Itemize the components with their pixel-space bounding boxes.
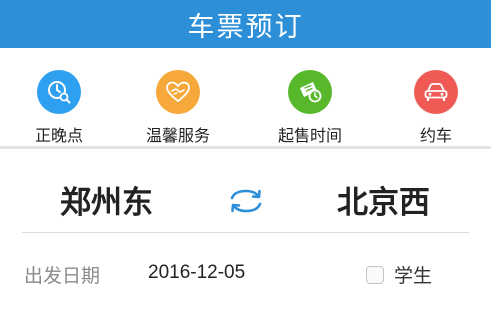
student-checkbox[interactable] — [366, 265, 384, 284]
page-title: 车票预订 — [187, 11, 304, 43]
shortcut-car-booking[interactable]: 约车 — [381, 70, 491, 146]
station-selector: 郑州东 北京西 — [0, 149, 491, 233]
ticket-clock-icon — [288, 70, 332, 114]
student-option[interactable]: 学生 — [366, 261, 432, 288]
shortcut-label: 约车 — [419, 126, 452, 145]
swap-stations-button[interactable] — [226, 187, 266, 215]
shortcut-warm-service[interactable]: 温馨服务 — [123, 70, 233, 146]
handshake-heart-icon — [156, 70, 200, 114]
student-label: 学生 — [394, 265, 433, 287]
shortcut-label: 起售时间 — [277, 126, 342, 145]
departure-date-value[interactable]: 2016-12-05 — [148, 262, 245, 284]
shortcut-label: 正晚点 — [34, 126, 83, 145]
swap-arrows-icon — [230, 189, 262, 213]
departure-station[interactable]: 郑州东 — [60, 177, 153, 222]
departure-date-label: 出发日期 — [24, 265, 101, 287]
clock-search-icon — [37, 70, 81, 114]
departure-date-row: 出发日期 2016-12-05 学生 — [0, 233, 491, 317]
car-icon — [414, 70, 458, 114]
shortcut-label: 温馨服务 — [145, 126, 210, 145]
arrival-station[interactable]: 北京西 — [337, 177, 430, 222]
shortcut-sale-time[interactable]: 起售时间 — [255, 70, 365, 146]
shortcut-delay-status[interactable]: 正晚点 — [4, 70, 114, 146]
shortcut-bar: 正晚点 温馨服务 起售时间 约车 — [0, 48, 491, 146]
app-header: 车票预订 — [0, 0, 491, 48]
